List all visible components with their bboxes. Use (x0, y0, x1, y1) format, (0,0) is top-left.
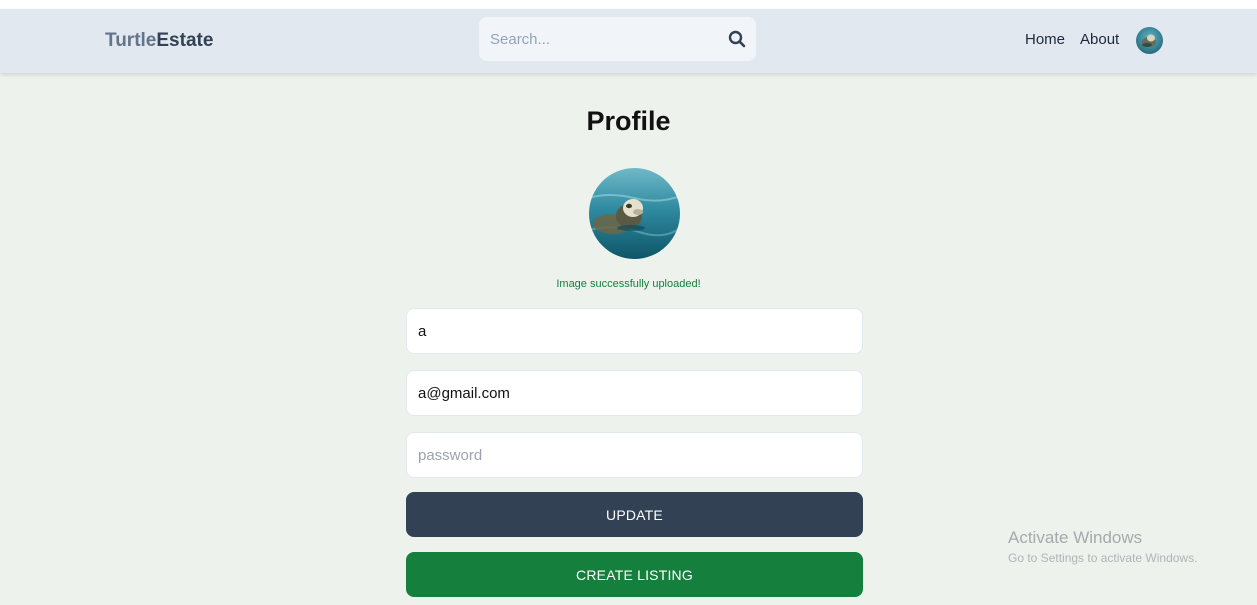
nav-link-about[interactable]: About (1080, 30, 1119, 50)
password-field[interactable] (406, 432, 863, 478)
brand-name-part2: Estate (156, 30, 214, 51)
brand-logo[interactable]: TurtleEstate (105, 30, 213, 52)
profile-avatar[interactable] (589, 168, 680, 259)
email-field[interactable] (406, 370, 863, 416)
search-input[interactable] (479, 17, 719, 61)
activate-windows-subtitle: Go to Settings to activate Windows. (1008, 551, 1198, 565)
profile-image (589, 168, 680, 259)
search-form (479, 17, 756, 61)
brand-name-part1: Turtle (105, 30, 157, 51)
navbar: TurtleEstate Home About (0, 9, 1257, 73)
update-button[interactable]: UPDATE (406, 492, 863, 537)
avatar-image (1136, 27, 1163, 54)
search-icon (728, 30, 746, 48)
activate-windows-title: Activate Windows (1008, 528, 1143, 547)
page-title: Profile (586, 106, 671, 136)
create-listing-button[interactable]: CREATE LISTING (406, 552, 863, 597)
upload-success-message: Image successfully uploaded! (556, 278, 701, 290)
username-field[interactable] (406, 308, 863, 354)
search-button[interactable] (726, 28, 748, 50)
nav-link-home[interactable]: Home (1025, 30, 1065, 50)
user-avatar[interactable] (1136, 27, 1163, 54)
